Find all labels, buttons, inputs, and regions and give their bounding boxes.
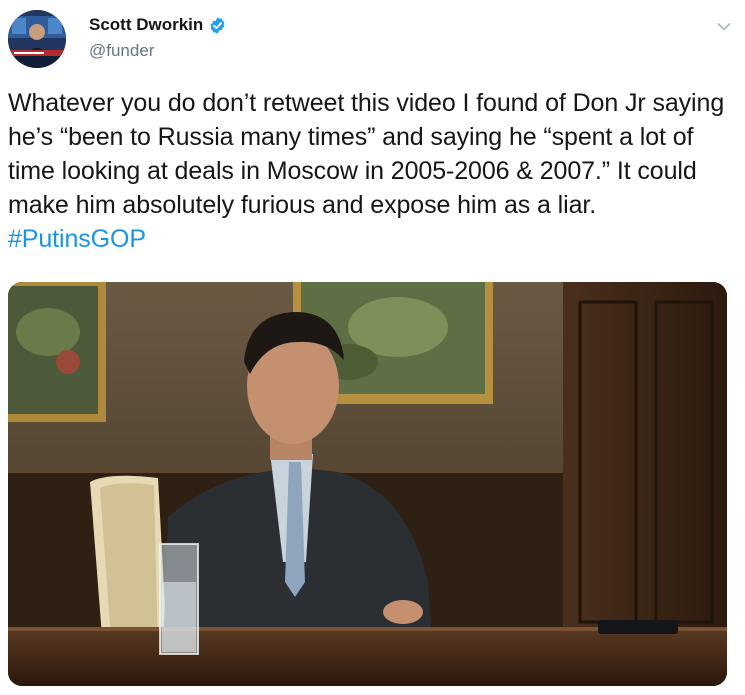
hashtag-link[interactable]: #PutinsGOP — [8, 225, 146, 253]
avatar[interactable] — [8, 10, 66, 68]
author-block[interactable]: Scott Dworkin @funder — [89, 14, 227, 61]
tweet-text: Whatever you do don’t retweet this video… — [8, 86, 728, 256]
avatar-image — [8, 10, 66, 68]
video-frame-image — [8, 282, 727, 686]
chevron-down-icon[interactable] — [717, 22, 731, 32]
tweet-card[interactable]: Scott Dworkin @funder Whatever you do do… — [0, 0, 745, 695]
handle[interactable]: @funder — [89, 41, 227, 61]
display-name[interactable]: Scott Dworkin — [89, 15, 203, 35]
tweet-body: Whatever you do don’t retweet this video… — [8, 89, 725, 219]
name-row: Scott Dworkin — [89, 14, 227, 36]
video-thumbnail[interactable] — [8, 282, 727, 686]
verified-badge-icon — [210, 16, 225, 34]
